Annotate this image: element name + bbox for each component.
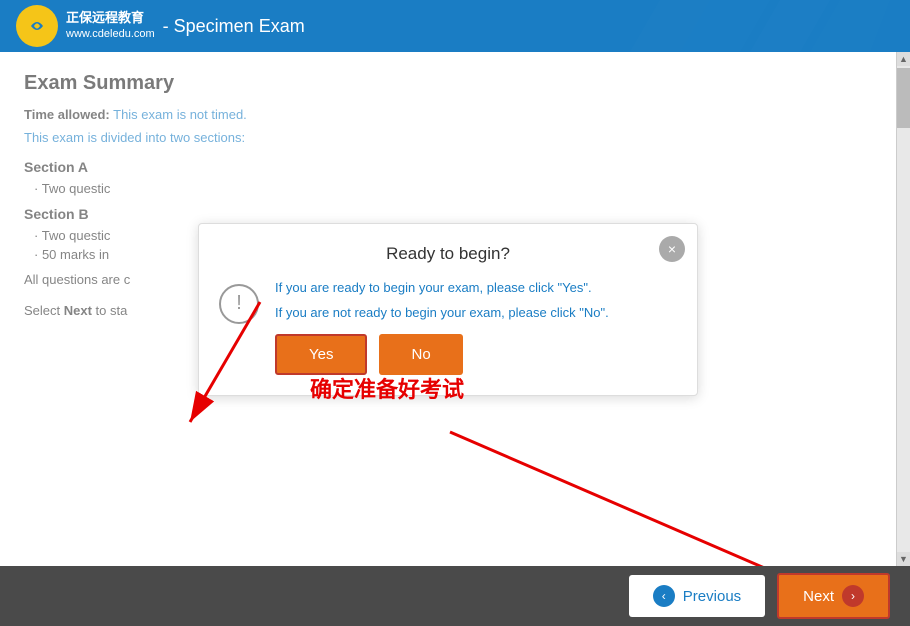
info-icon: ! xyxy=(219,284,259,324)
dialog-text: If you are ready to begin your exam, ple… xyxy=(275,280,677,375)
no-button[interactable]: No xyxy=(379,334,462,375)
footer: ‹ Previous Next › xyxy=(0,566,910,626)
next-button[interactable]: Next › xyxy=(777,573,890,619)
dialog-buttons: Yes No xyxy=(275,334,677,375)
header: 正保远程教育 www.cdeledu.com - Specimen Exam xyxy=(0,0,910,52)
dialog-body: ! If you are ready to begin your exam, p… xyxy=(219,280,677,375)
content: Exam Summary Time allowed: This exam is … xyxy=(0,52,910,566)
dialog-overlay: Ready to begin? × ! If you are ready to … xyxy=(0,52,896,566)
scrollbar-thumb[interactable] xyxy=(897,68,910,128)
prev-chevron-icon: ‹ xyxy=(653,585,675,607)
logo-circle xyxy=(16,5,58,47)
main-area: Exam Summary Time allowed: This exam is … xyxy=(0,52,910,566)
scrollbar-down[interactable]: ▼ xyxy=(897,552,910,566)
prev-label: Previous xyxy=(683,588,741,605)
dialog: Ready to begin? × ! If you are ready to … xyxy=(198,223,698,396)
scrollbar[interactable]: ▲ ▼ xyxy=(896,52,910,566)
logo-icon xyxy=(23,12,51,40)
header-decoration xyxy=(610,0,910,52)
not-ready-text: If you are not ready to begin your exam,… xyxy=(275,305,677,320)
scrollbar-up[interactable]: ▲ xyxy=(897,52,910,66)
dialog-close-button[interactable]: × xyxy=(659,236,685,262)
next-chevron-icon: › xyxy=(842,585,864,607)
yes-button[interactable]: Yes xyxy=(275,334,367,375)
dialog-title: Ready to begin? xyxy=(219,244,677,264)
previous-button[interactable]: ‹ Previous xyxy=(629,575,765,617)
next-label: Next xyxy=(803,588,834,605)
header-title: - Specimen Exam xyxy=(163,16,305,37)
logo: 正保远程教育 www.cdeledu.com xyxy=(16,5,155,47)
logo-text: 正保远程教育 www.cdeledu.com xyxy=(66,10,155,41)
ready-text: If you are ready to begin your exam, ple… xyxy=(275,280,677,295)
